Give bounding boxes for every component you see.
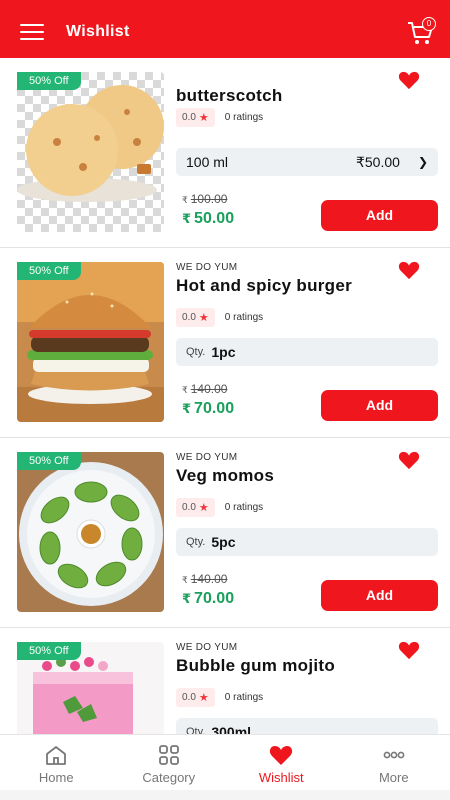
tab-label: Wishlist <box>258 770 304 785</box>
mrp-price: ₹140.00 <box>182 382 228 396</box>
quantity-label: Qty. <box>186 346 206 358</box>
rating-pill: 0.0 ★ <box>176 108 215 127</box>
quantity-label: Qty. <box>186 726 206 734</box>
star-icon: ★ <box>198 692 209 704</box>
mrp-price: ₹140.00 <box>182 572 228 586</box>
product-image <box>17 452 164 612</box>
rating-value: 0.0 <box>182 312 196 323</box>
heart-icon[interactable] <box>398 260 420 280</box>
product-name: Bubble gum mojito <box>176 656 336 675</box>
chevron-down-icon: ❯ <box>417 155 428 169</box>
brand-name: WE DO YUM <box>176 642 238 653</box>
add-button[interactable]: Add <box>321 200 438 231</box>
discount-badge: 50% Off <box>17 262 81 280</box>
quantity-field: Qty. 300ml <box>176 718 438 734</box>
rating-pill: 0.0 ★ <box>176 688 215 707</box>
rating-row: 0.0 ★ 0 ratings <box>176 108 263 127</box>
heart-icon[interactable] <box>398 70 420 90</box>
discount-badge: 50% Off <box>17 72 81 90</box>
sale-price: ₹70.00 <box>182 590 235 607</box>
rating-count: 0 ratings <box>224 502 264 513</box>
rating-row: 0.0 ★ 0 ratings <box>176 308 263 327</box>
rating-pill: 0.0 ★ <box>176 498 215 517</box>
rating-value: 0.0 <box>182 112 196 123</box>
heart-icon[interactable] <box>398 450 420 470</box>
tab-more[interactable]: More <box>338 735 450 790</box>
rating-value: 0.0 <box>182 502 196 513</box>
tab-category[interactable]: Category <box>113 735 226 790</box>
sale-price: ₹50.00 <box>182 210 235 227</box>
cart-count-badge: 0 <box>422 17 436 31</box>
discount-badge: 50% Off <box>17 642 81 660</box>
app-bar: Wishlist 0 <box>0 8 450 58</box>
tab-home[interactable]: Home <box>0 735 113 790</box>
rating-value: 0.0 <box>182 692 196 703</box>
add-button[interactable]: Add <box>321 390 438 421</box>
rating-pill: 0.0 ★ <box>176 308 215 327</box>
quantity-field: Qty. 5pc <box>176 528 438 556</box>
product-name: Veg momos <box>176 466 275 485</box>
bottom-navigation: Home Category Wishlist More <box>0 734 450 790</box>
cart-button[interactable]: 0 <box>406 17 436 47</box>
star-icon: ★ <box>198 502 209 514</box>
quantity-label: Qty. <box>186 536 206 548</box>
sale-price: ₹70.00 <box>182 400 235 417</box>
star-icon: ★ <box>198 312 209 324</box>
wishlist-item[interactable]: 50% Off WE DO YUM Bubble gum mojito 0.0 … <box>0 628 450 734</box>
rating-count: 0 ratings <box>224 112 264 123</box>
mrp-price: ₹100.00 <box>182 192 228 206</box>
rating-count: 0 ratings <box>224 692 264 703</box>
heart-icon <box>270 746 293 765</box>
tab-wishlist[interactable]: Wishlist <box>225 735 338 790</box>
variant-price: ₹50.00 <box>355 153 400 170</box>
heart-icon[interactable] <box>398 640 420 660</box>
quantity-field: Qty. 1pc <box>176 338 438 366</box>
brand-name: WE DO YUM <box>176 262 238 273</box>
wishlist-list: 50% Off butterscotch 0.0 ★ 0 ratings 100… <box>0 58 450 734</box>
grid-icon <box>158 745 179 765</box>
variant-size: 100 ml <box>186 154 229 170</box>
product-name: Hot and spicy burger <box>176 276 353 295</box>
system-nav-bar <box>0 790 450 800</box>
home-icon <box>46 746 67 765</box>
product-name: butterscotch <box>176 86 283 105</box>
wishlist-item[interactable]: 50% Off WE DO YUM Hot and spicy burger 0… <box>0 248 450 438</box>
discount-badge: 50% Off <box>17 452 81 470</box>
tab-label: Home <box>38 770 74 785</box>
page-title: Wishlist <box>66 23 130 40</box>
quantity-value: 1pc <box>211 344 236 360</box>
menu-button[interactable] <box>20 24 44 42</box>
wishlist-item[interactable]: 50% Off WE DO YUM Veg momos 0.0 ★ 0 rati… <box>0 438 450 628</box>
star-icon: ★ <box>198 112 209 124</box>
quantity-value: 300ml <box>211 724 252 734</box>
rating-row: 0.0 ★ 0 ratings <box>176 688 263 707</box>
rating-count: 0 ratings <box>224 312 264 323</box>
status-bar <box>0 0 450 8</box>
tab-label: More <box>378 770 409 785</box>
rating-row: 0.0 ★ 0 ratings <box>176 498 263 517</box>
variant-select[interactable]: 100 ml ₹50.00 ❯ <box>176 148 438 176</box>
add-button[interactable]: Add <box>321 580 438 611</box>
wishlist-item[interactable]: 50% Off butterscotch 0.0 ★ 0 ratings 100… <box>0 58 450 248</box>
tab-label: Category <box>142 770 196 785</box>
quantity-value: 5pc <box>211 534 236 550</box>
more-icon <box>383 751 405 759</box>
menu-icon <box>20 24 44 26</box>
product-image <box>17 262 164 422</box>
product-image <box>17 72 164 232</box>
brand-name: WE DO YUM <box>176 452 238 463</box>
